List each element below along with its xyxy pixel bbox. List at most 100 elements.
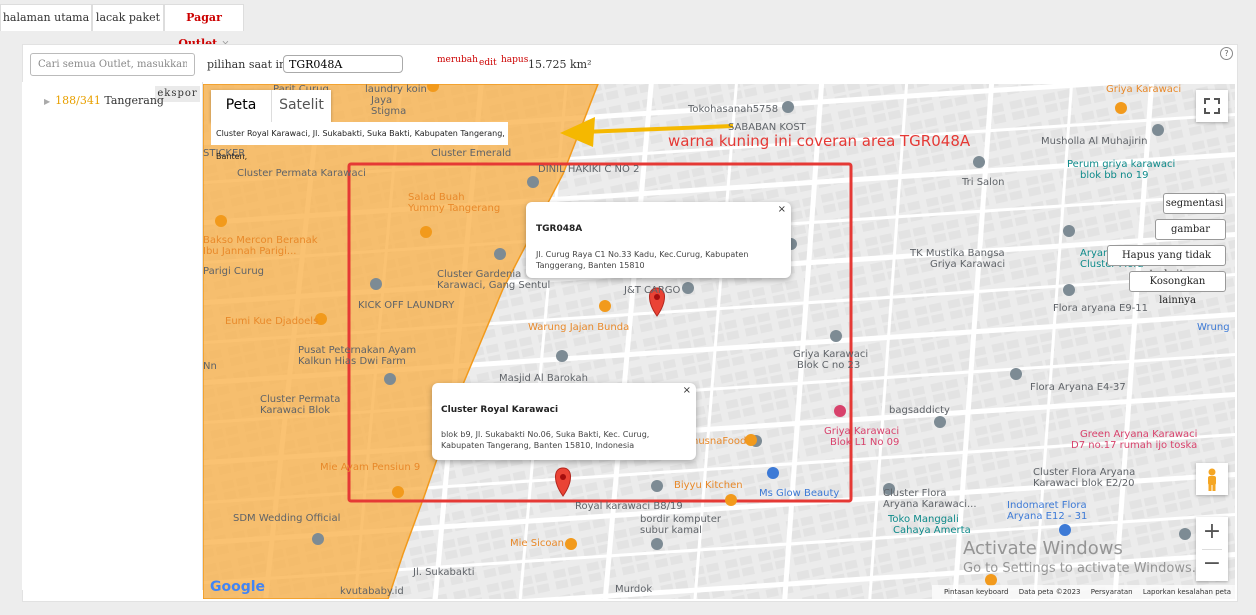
area-value: 15.725 km²: [528, 58, 592, 71]
zoom-control: + −: [1196, 517, 1228, 581]
close-icon[interactable]: ×: [778, 204, 786, 215]
map-label: Yummy Tangerang: [408, 203, 501, 214]
map-label: Cluster Flora Aryana: [1033, 467, 1136, 478]
map-label: bordir komputer: [640, 514, 721, 525]
current-selection-input[interactable]: [283, 55, 403, 73]
map-label: KICK OFF LAUNDRY: [358, 300, 455, 311]
map-label: Cluster Flora: [883, 488, 947, 499]
map-label: Flora aryana E9-11: [1053, 303, 1149, 314]
change-link[interactable]: merubah: [437, 55, 478, 65]
info-address: Jl. Curug Raya C1 No.33 Kadu, Kec.Curug,…: [536, 250, 749, 270]
google-logo: Google: [210, 579, 266, 595]
tab-satellite[interactable]: Satelit: [272, 90, 331, 122]
map-label: Wrung: [1197, 322, 1230, 333]
info-title: Cluster Royal Karawaci: [441, 405, 559, 415]
map-label: kvutababy.id: [340, 586, 404, 597]
coverage-annotation: warna kuning ini coveran area TGR048A: [668, 132, 971, 150]
map-label: Mie Sicoan: [510, 538, 564, 549]
map-label: Cluster Emerald: [431, 148, 512, 159]
terms-link[interactable]: Persyaratan: [1091, 588, 1133, 596]
map-label: Griya Karawaci: [1106, 84, 1182, 95]
map-label: Tokohasanah5758: [688, 104, 779, 115]
poi-mosque-marker: [556, 350, 568, 362]
caret-right-icon[interactable]: ▶: [44, 97, 50, 106]
tree-item-count: 188/341: [55, 94, 101, 107]
tab-bar: halaman utama lacak paket Pagar Outlet×: [0, 0, 1256, 50]
map-label: Warung Jajan Bunda: [528, 322, 630, 333]
map-label: Tri Salon: [962, 177, 1005, 188]
map-label: Toko Manggali: [888, 514, 959, 525]
map-label: DINIL HAKIKI C NO 2: [538, 164, 640, 175]
map-label: TK Mustika Bangsa: [910, 248, 1005, 259]
map-canvas[interactable]: Griya Karawaci Tokohasanah5758 SABABAN KOS…: [203, 84, 1235, 599]
keyboard-shortcuts-link[interactable]: Pintasan keyboard: [944, 588, 1009, 596]
draw-fence-button[interactable]: gambar pagar: [1155, 219, 1226, 254]
map-label: bagsaddicty: [889, 405, 950, 416]
map-label: Salad Buah: [408, 192, 465, 203]
poi-pink-marker: [834, 405, 846, 417]
map-label: Jaya: [371, 95, 393, 106]
map-label: Bakso Mercon Beranak: [203, 235, 318, 246]
poi-blue-marker: [1059, 524, 1071, 536]
map-data-text: Data peta ©2023: [1018, 588, 1081, 596]
map-label: Musholla Al Muhajirin: [1041, 136, 1148, 147]
tree-item-tangerang[interactable]: ▶ 188/341 Tangerang: [44, 94, 164, 107]
map-label: Mie Ayam Pensiun 9: [320, 462, 421, 473]
map-label: Jl. Sukabakti: [413, 567, 475, 578]
tab-pagar-outlet[interactable]: Pagar Outlet×: [164, 4, 244, 50]
clear-others-button[interactable]: Kosongkan lainnya: [1129, 271, 1226, 306]
poi-blue-marker: [767, 467, 779, 479]
map-label: Biyyu Kitchen: [674, 480, 743, 491]
map-label: Nn: [203, 361, 217, 372]
delete-unrelated-button[interactable]: Hapus yang tidak terkait: [1107, 245, 1226, 280]
segmentation-button[interactable]: segmentasi: [1163, 193, 1226, 214]
zoom-out-button[interactable]: −: [1196, 549, 1228, 581]
fullscreen-icon: [1204, 98, 1220, 114]
map-label: Green Aryana Karawaci: [1080, 429, 1198, 440]
info-address: blok b9, Jl. Sukabakti No.06, Suka Bakti…: [441, 430, 650, 450]
tab-map[interactable]: Peta: [211, 90, 272, 122]
info-window-royal-karawaci: Cluster Royal Karawaci blok b9, Jl. Suka…: [432, 383, 696, 460]
outlet-search-input[interactable]: [30, 53, 195, 76]
tab-halaman-utama[interactable]: halaman utama: [0, 4, 92, 31]
street-view-button[interactable]: [1196, 463, 1228, 495]
edit-link[interactable]: edit: [479, 58, 497, 68]
map-label: Cluster Permata: [260, 394, 341, 405]
map-label: Aryana Karawaci...: [883, 499, 977, 510]
close-icon[interactable]: ×: [683, 385, 691, 396]
map-label: Aryana E12 - 31: [1007, 511, 1088, 522]
activation-watermark-title: Activate Windows: [963, 538, 1123, 559]
map-label: Stigma: [371, 106, 407, 117]
map-label: Royal karawaci B8/19: [575, 501, 683, 512]
tab-lacak-paket[interactable]: lacak paket: [92, 4, 164, 31]
address-bar: Cluster Royal Karawaci, Jl. Sukabakti, S…: [211, 122, 508, 161]
map-label: Karawaci blok E2/20: [1033, 478, 1135, 489]
info-window-tgr048a: TGR048A Jl. Curug Raya C1 No.33 Kadu, Ke…: [526, 202, 791, 278]
map-label: Blok C no 23: [797, 360, 861, 371]
map-label: Karawaci Blok: [260, 405, 331, 416]
report-error-link[interactable]: Laporkan kesalahan peta: [1143, 588, 1231, 596]
map-label: Murdok: [615, 584, 653, 595]
map-label: Ms Glow Beauty: [759, 488, 840, 499]
map-label: Flora Aryana E4-37: [1030, 382, 1126, 393]
map-footer: Pintasan keyboard Data peta ©2023 Persya…: [931, 585, 1235, 599]
tree-item-name: Tangerang: [104, 94, 164, 107]
map-label: Blok L1 No 09: [830, 437, 900, 448]
outlet-sidebar: [22, 82, 203, 590]
help-icon[interactable]: ?: [1220, 47, 1233, 60]
pegman-icon: [1208, 468, 1216, 491]
map-label: Karawaci, Gang Sentul: [437, 280, 551, 291]
zoom-in-button[interactable]: +: [1196, 517, 1228, 549]
map-label: D7 no.17 rumah ijo toska: [1071, 440, 1198, 451]
activation-watermark-text: Go to Settings to activate Windows.: [963, 561, 1196, 576]
map-label: Cluster Permata Karawaci: [237, 168, 366, 179]
map-label: Griya Karawaci: [793, 349, 869, 360]
delete-link[interactable]: hapus: [501, 55, 528, 65]
map-label: Kalkun Hias Dwi Farm: [298, 356, 406, 367]
fullscreen-button[interactable]: [1196, 90, 1228, 122]
map-label: Indomaret Flora: [1007, 500, 1087, 511]
map-label: subur kamal: [640, 525, 702, 536]
map-label: Pusat Peternakan Ayam: [298, 345, 417, 356]
map-label: Eumi Kue Djadoels: [225, 316, 319, 327]
map-label: Perum griya karawaci: [1067, 159, 1176, 170]
